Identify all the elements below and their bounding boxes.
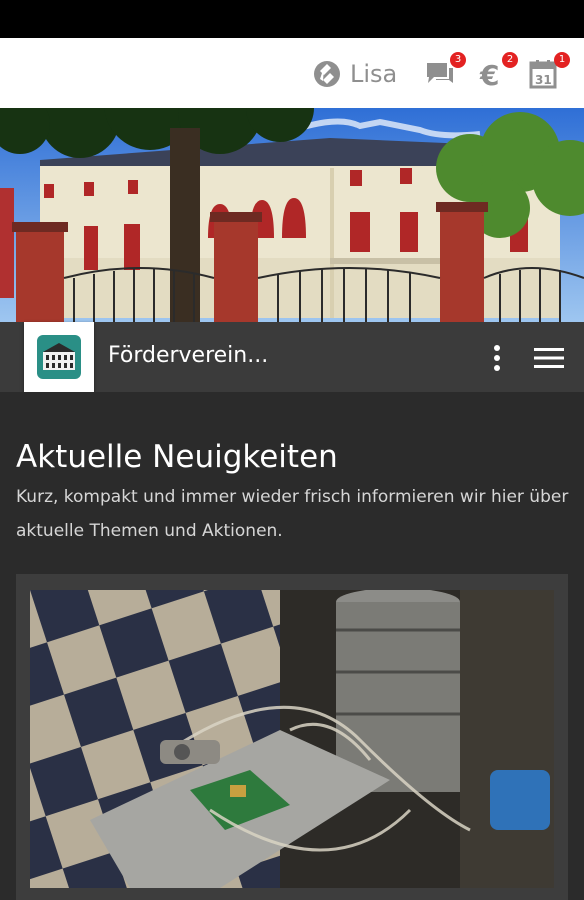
news-card-image[interactable] (30, 590, 554, 888)
status-bar (0, 0, 584, 38)
more-vertical-icon (494, 345, 500, 371)
club-name[interactable]: Förderverein... (108, 343, 268, 368)
more-options-button[interactable] (488, 343, 506, 373)
payments-badge: 2 (502, 52, 518, 68)
club-logo[interactable] (24, 322, 94, 392)
hero-image (0, 108, 584, 322)
user-name: Lisa (350, 60, 398, 88)
calendar-day: 31 (535, 73, 552, 87)
user-logo-icon (314, 61, 340, 87)
hamburger-icon (534, 348, 564, 368)
messages-badge: 3 (450, 52, 466, 68)
user-menu[interactable]: Lisa (312, 56, 397, 92)
calendar-badge: 1 (554, 52, 570, 68)
menu-button[interactable] (534, 346, 564, 370)
page-description: Kurz, kompakt und immer wieder frisch in… (16, 487, 569, 541)
calendar-button[interactable]: 31 1 (528, 52, 570, 90)
club-building-icon (37, 335, 81, 379)
payments-button[interactable]: € 2 (476, 52, 518, 92)
svg-text:€: € (479, 59, 499, 90)
messages-button[interactable]: 3 (424, 52, 466, 90)
page-title: Aktuelle Neuigkeiten (16, 438, 338, 475)
